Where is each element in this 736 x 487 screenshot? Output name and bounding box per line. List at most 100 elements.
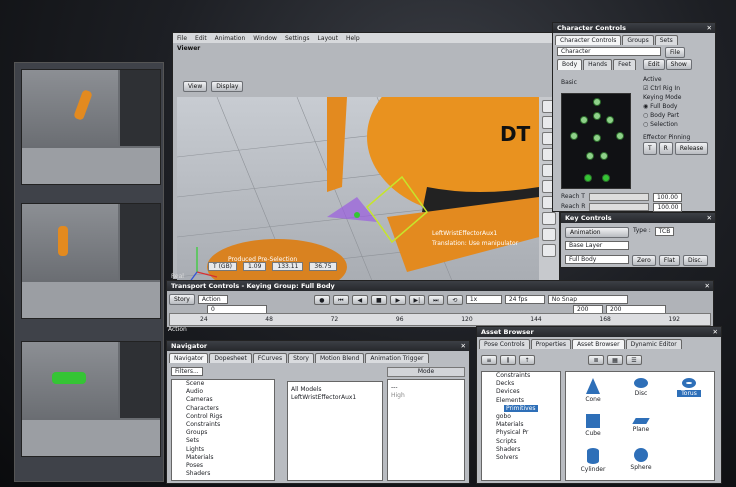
tree-item-audio[interactable]: Audio: [172, 388, 274, 396]
camera-icon[interactable]: [542, 228, 556, 241]
close-icon[interactable]: ✕: [707, 23, 712, 33]
character-skeleton-map[interactable]: [561, 93, 631, 189]
reach-t-slider[interactable]: [588, 193, 649, 201]
reach-r-value[interactable]: 100.00: [653, 203, 683, 212]
menu-edit[interactable]: Edit: [195, 35, 207, 42]
light-icon[interactable]: [542, 244, 556, 257]
tree-item-control-rigs[interactable]: Control Rigs: [172, 413, 274, 421]
asset-tree-item[interactable]: Decks: [482, 380, 560, 388]
tree-item-sets[interactable]: Sets: [172, 437, 274, 445]
display-button[interactable]: Display: [211, 81, 244, 92]
asset-sphere[interactable]: Sphere: [618, 444, 664, 484]
disc-button[interactable]: Disc.: [682, 255, 708, 266]
tab-dynamic-editor[interactable]: Dynamic Editor: [625, 339, 682, 349]
play-button[interactable]: ▶: [389, 294, 406, 305]
release-button[interactable]: Release: [674, 142, 709, 155]
asset-torus[interactable]: Torus: [666, 374, 712, 414]
tree-item-cameras[interactable]: Cameras: [172, 396, 274, 404]
asset-cylinder[interactable]: Cylinder: [570, 444, 616, 484]
tab-feet[interactable]: Feet: [613, 59, 636, 70]
asset-tree-item[interactable]: Materials: [482, 421, 560, 429]
story-button[interactable]: Story: [169, 294, 195, 305]
close-icon[interactable]: ✕: [705, 281, 710, 291]
icon-view-icon[interactable]: ▦: [607, 355, 623, 365]
tab-character-controls[interactable]: Character Controls: [555, 35, 622, 45]
menu-file[interactable]: File: [177, 35, 187, 42]
mode-value[interactable]: ---: [388, 384, 464, 392]
edit-button[interactable]: Edit: [642, 59, 665, 70]
record-button[interactable]: ●: [313, 294, 330, 305]
radio-body-part[interactable]: ○ Body Part: [643, 111, 708, 120]
view-button[interactable]: View: [183, 81, 208, 92]
asset-tree-item[interactable]: Physical Pr: [482, 429, 560, 437]
close-icon[interactable]: ✕: [707, 213, 712, 223]
filters-field[interactable]: Filters...: [171, 367, 203, 376]
tab-motion-blend[interactable]: Motion Blend: [314, 353, 365, 363]
asset-tree-item[interactable]: Devices: [482, 388, 560, 396]
ctrl-rig-checkbox[interactable]: ☑ Ctrl Rig In: [643, 84, 708, 93]
mode-value-2[interactable]: High: [388, 392, 464, 400]
fps-select[interactable]: 24 fps: [504, 295, 545, 304]
pin-r-button[interactable]: R: [658, 142, 673, 155]
asset-tree[interactable]: Constraints Decks Devices Elements Primi…: [481, 371, 561, 481]
animation-button[interactable]: Animation: [565, 227, 629, 238]
asset-tree-item[interactable]: Shaders: [482, 446, 560, 454]
tab-hands[interactable]: Hands: [583, 59, 613, 70]
tree-item-groups[interactable]: Groups: [172, 429, 274, 437]
type-select[interactable]: TCB: [654, 227, 675, 236]
file-button[interactable]: File: [665, 47, 686, 58]
asset-grid[interactable]: Cone Disc Torus Cube Plane Cylinder Sphe…: [565, 371, 715, 481]
asset-tree-item[interactable]: Constraints: [482, 372, 560, 380]
small-icons-icon[interactable]: ☰: [626, 355, 642, 365]
details-view-icon[interactable]: ≣: [588, 355, 604, 365]
tree-item-poses[interactable]: Poses: [172, 462, 274, 470]
tab-body[interactable]: Body: [557, 59, 583, 70]
up-folder-icon[interactable]: ↑: [519, 355, 535, 365]
asset-tree-item[interactable]: Solvers: [482, 454, 560, 462]
asset-cone[interactable]: Cone: [570, 374, 616, 414]
menu-window[interactable]: Window: [253, 35, 277, 42]
speed-select[interactable]: 1x: [465, 295, 502, 304]
pin-t-button[interactable]: T: [643, 142, 657, 155]
tree-item-characters[interactable]: Characters: [172, 405, 274, 413]
effector-point[interactable]: [354, 212, 360, 218]
model-item[interactable]: LeftWristEffectorAux1: [288, 394, 382, 402]
thumbnail-2[interactable]: [21, 203, 161, 319]
close-icon[interactable]: ✕: [461, 341, 466, 351]
character-select[interactable]: Character: [557, 47, 661, 56]
reach-t-value[interactable]: 100.00: [652, 193, 682, 202]
navigator-tree[interactable]: Scene Audio Cameras Characters Control R…: [171, 379, 275, 481]
go-start-button[interactable]: ⏮: [332, 294, 349, 305]
thumbnail-1[interactable]: [21, 69, 161, 185]
record-icon[interactable]: [542, 212, 556, 225]
mode-list[interactable]: --- High: [387, 379, 465, 481]
tree-item-shaders[interactable]: Shaders: [172, 470, 274, 478]
tab-story[interactable]: Story: [288, 353, 314, 363]
asset-tree-item-selected[interactable]: Primitives: [504, 404, 538, 412]
tab-pose-controls[interactable]: Pose Controls: [479, 339, 530, 349]
radio-selection[interactable]: ○ Selection: [643, 120, 708, 129]
tree-item-scene[interactable]: Scene: [172, 380, 274, 388]
tab-properties[interactable]: Properties: [530, 339, 571, 349]
tree-view-icon[interactable]: ⫼: [500, 355, 516, 365]
close-icon[interactable]: ✕: [713, 327, 718, 337]
action-select[interactable]: Action: [197, 295, 228, 304]
asset-tree-item[interactable]: Elements: [482, 397, 560, 405]
tab-groups[interactable]: Groups: [622, 35, 654, 45]
tab-dopesheet[interactable]: Dopesheet: [209, 353, 252, 363]
tab-navigator[interactable]: Navigator: [169, 353, 209, 363]
snap-select[interactable]: No Snap: [547, 295, 628, 304]
flat-button[interactable]: Flat: [658, 255, 680, 266]
tab-animation-trigger[interactable]: Animation Trigger: [365, 353, 429, 363]
menu-settings[interactable]: Settings: [285, 35, 310, 42]
asset-tree-item[interactable]: Scripts: [482, 438, 560, 446]
timeline-ruler[interactable]: 24 48 72 96 120 144 168 192: [169, 313, 711, 326]
menu-help[interactable]: Help: [346, 35, 360, 42]
fullbody-select[interactable]: Full Body: [565, 255, 629, 264]
reach-r-slider[interactable]: [589, 203, 650, 211]
go-end-button[interactable]: ⏭: [427, 294, 444, 305]
thumbnail-3[interactable]: [21, 341, 161, 457]
asset-disc[interactable]: Disc: [618, 374, 664, 414]
tab-fcurves[interactable]: FCurves: [252, 353, 288, 363]
list-view-icon[interactable]: ≡: [481, 355, 497, 365]
